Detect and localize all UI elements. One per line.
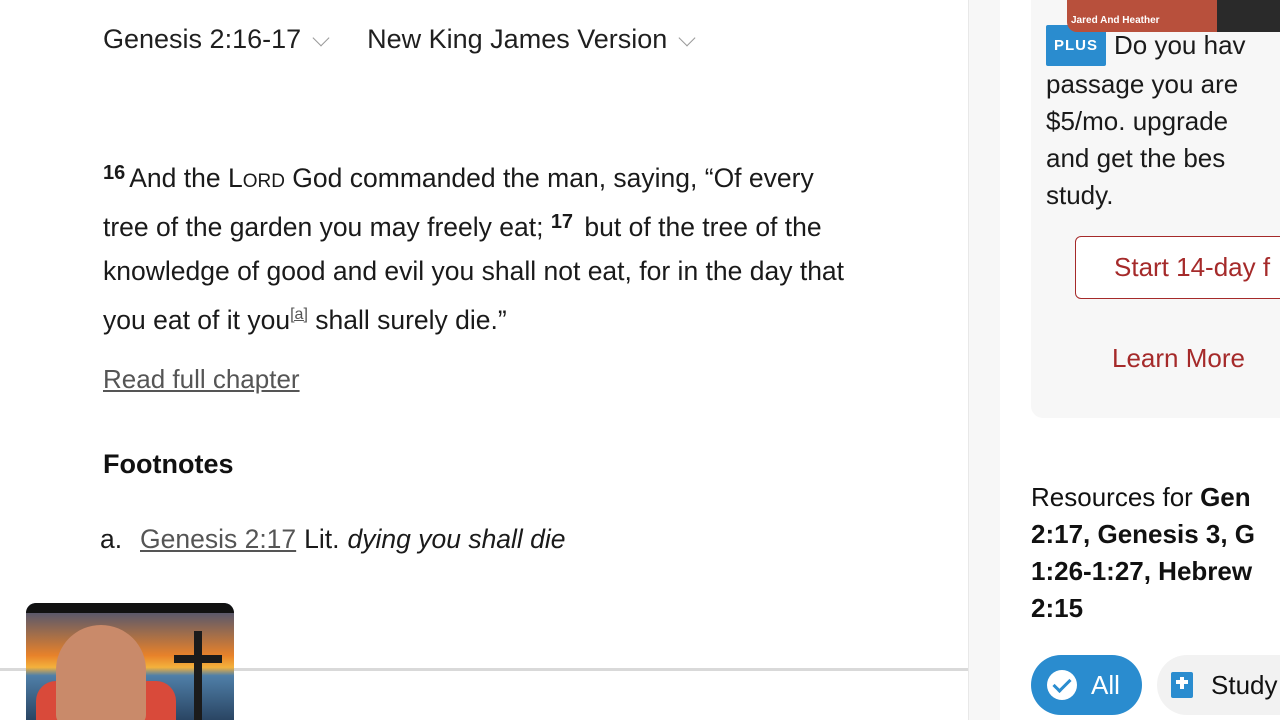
chevron-down-icon <box>678 29 696 46</box>
check-icon <box>1047 670 1077 700</box>
version-label: New King James Version <box>367 24 668 54</box>
resources-ref: 1:26-1:27, Hebrew <box>1031 556 1253 586</box>
promo-line: passage you are <box>1046 69 1239 99</box>
chevron-down-icon <box>312 29 330 46</box>
filter-study-button[interactable]: Study <box>1157 655 1280 715</box>
webcam-person <box>56 625 146 720</box>
footnote-marker: a. <box>100 524 123 554</box>
footnote-ref-link[interactable]: [a] <box>290 306 308 323</box>
passage-ref-label: Genesis 2:16-17 <box>103 24 302 54</box>
verse-text: shall surely die.” <box>307 305 507 335</box>
resources-ref: 2:17, Genesis 3, G <box>1031 519 1256 549</box>
footnote-text: dying you shall die <box>347 524 566 554</box>
promo-line: Do you hav <box>1114 30 1246 60</box>
promo-text: PLUS Do you hav passage you are $5/mo. up… <box>1046 25 1280 214</box>
footnote-item: a. Genesis 2:17 Lit. dying you shall die <box>100 524 566 555</box>
video-overlay-shade <box>1217 0 1280 32</box>
promo-line: $5/mo. upgrade <box>1046 106 1229 136</box>
cross-icon <box>194 631 202 720</box>
footnote-link[interactable]: Genesis 2:17 <box>140 524 296 555</box>
footnote-prefix: Lit. <box>304 524 340 554</box>
main-content: Genesis 2:16-17 New King James Version 1… <box>0 0 968 720</box>
read-full-chapter-link[interactable]: Read full chapter <box>103 364 300 395</box>
version-selector[interactable]: New King James Version <box>367 24 696 55</box>
bible-icon <box>1171 672 1193 698</box>
sidebar: PLUS Do you hav passage you are $5/mo. up… <box>1001 0 1280 720</box>
resources-ref: 2:15 <box>1031 593 1084 623</box>
verse-number: 17 <box>550 211 574 233</box>
promo-line: study. <box>1046 180 1114 210</box>
lord-smallcaps: Lord <box>227 163 285 193</box>
passage-text: 16 And the Lord God commanded the man, sa… <box>103 151 863 342</box>
webcam-bar <box>26 603 234 613</box>
promo-line: and get the bes <box>1046 143 1226 173</box>
start-trial-button[interactable]: Start 14-day f <box>1075 236 1280 299</box>
resources-heading: Resources for Gen 2:17, Genesis 3, G 1:2… <box>1031 479 1280 627</box>
filter-study-label: Study <box>1211 669 1278 700</box>
cross-icon-bar <box>174 655 222 663</box>
filter-all-button[interactable]: All <box>1031 655 1142 715</box>
video-overlay: Jared And Heather <box>1067 0 1280 32</box>
filter-all-label: All <box>1091 669 1120 700</box>
passage-selectors: Genesis 2:16-17 New King James Version <box>103 24 696 55</box>
verse-text: And the <box>129 163 228 193</box>
footnotes-heading: Footnotes <box>103 449 234 479</box>
passage-selector[interactable]: Genesis 2:16-17 <box>103 24 330 55</box>
verse-number: 16 <box>103 162 126 184</box>
learn-more-link[interactable]: Learn More <box>1112 343 1245 374</box>
webcam-overlay <box>26 603 234 720</box>
resources-prefix: Resources for <box>1031 482 1201 512</box>
resources-ref: Gen <box>1200 482 1251 512</box>
column-divider <box>968 0 1000 720</box>
video-participant-label: Jared And Heather <box>1071 15 1160 26</box>
